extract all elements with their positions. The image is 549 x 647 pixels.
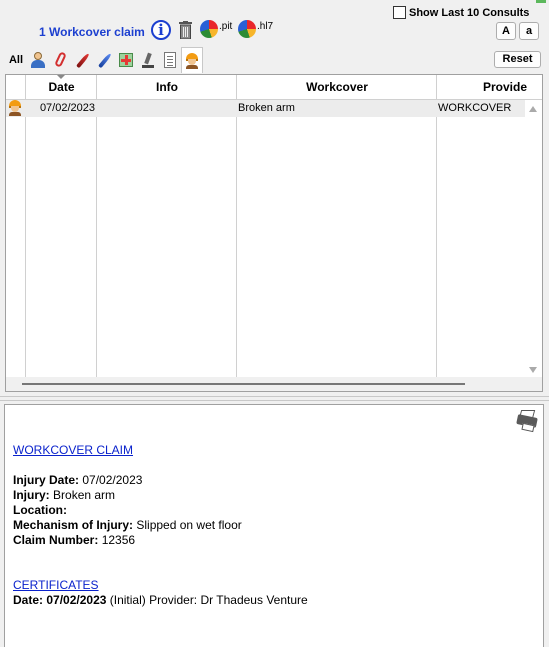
mechanism-value: Slipped on wet floor — [136, 518, 242, 532]
page-title: 1 Workcover claim — [39, 25, 145, 39]
paperclip-icon — [52, 51, 68, 68]
medical-kit-icon — [118, 52, 134, 68]
person-icon — [30, 52, 46, 68]
injury-line: Injury: Broken arm — [13, 488, 115, 502]
table-header: Date Info Workcover Provide — [6, 75, 542, 100]
document-icon — [162, 52, 178, 68]
tab-person[interactable] — [27, 47, 49, 73]
detail-pane: WORKCOVER CLAIM Injury Date: 07/02/2023 … — [4, 404, 544, 647]
tab-all[interactable]: All — [5, 47, 27, 73]
cert-provider-label: Provider: — [149, 593, 198, 607]
worker-icon — [184, 52, 200, 69]
column-header-info[interactable]: Info — [97, 75, 237, 99]
claim-number-line: Claim Number: 12356 — [13, 533, 135, 547]
location-label: Location: — [13, 503, 67, 517]
column-divider — [96, 75, 97, 377]
export-pit-button[interactable]: .pit — [200, 20, 232, 40]
trash-icon[interactable] — [179, 21, 192, 39]
column-divider — [436, 75, 437, 377]
cell-workcover: Broken arm — [238, 102, 295, 114]
show-last-consults-checkbox[interactable] — [393, 6, 406, 19]
font-smaller-button[interactable]: a — [519, 22, 539, 40]
column-divider — [25, 75, 26, 377]
cert-provider-value: Dr Thadeus Venture — [200, 593, 308, 607]
tab-workcover[interactable] — [181, 47, 203, 73]
tab-medical[interactable] — [115, 47, 137, 73]
info-icon[interactable]: i — [151, 20, 171, 40]
cell-provider: WORKCOVER — [438, 102, 512, 114]
show-last-consults-toggle[interactable]: Show Last 10 Consults — [393, 6, 529, 19]
scroll-up-icon[interactable] — [529, 106, 537, 112]
printer-icon[interactable] — [516, 410, 538, 433]
certificate-line: Date: 07/02/2023 (Initial) Provider: Dr … — [13, 593, 308, 607]
claim-number-value: 12356 — [101, 533, 136, 547]
export-hl7-button[interactable]: .hl7 — [238, 20, 273, 40]
injury-date-value: 07/02/2023 — [82, 473, 143, 487]
injury-value: Broken arm — [53, 488, 116, 502]
pane-splitter[interactable] — [0, 396, 549, 401]
worker-icon — [7, 100, 23, 116]
injury-date-line: Injury Date: 07/02/2023 — [13, 473, 142, 487]
horizontal-scroll-thumb[interactable] — [22, 383, 465, 385]
mechanism-label: Mechanism of Injury: — [13, 518, 134, 532]
blue-quill-icon — [96, 52, 112, 69]
tab-blue-quill[interactable] — [93, 47, 115, 73]
cell-date: 07/02/2023 — [39, 102, 95, 114]
workcover-claim-link[interactable]: WORKCOVER CLAIM — [13, 443, 133, 457]
injury-label: Injury: — [13, 488, 50, 502]
row-worker-icon — [7, 100, 23, 117]
tab-attachments[interactable] — [49, 47, 71, 73]
location-line: Location: — [13, 503, 67, 517]
mechanism-line: Mechanism of Injury: Slipped on wet floo… — [13, 518, 242, 532]
vertical-scrollbar[interactable] — [525, 100, 542, 377]
column-header-workcover[interactable]: Workcover — [237, 75, 437, 99]
export-hl7-label: .hl7 — [257, 21, 274, 32]
pie-chart-icon — [238, 20, 256, 38]
tab-red-quill[interactable] — [71, 47, 93, 73]
certificates-link[interactable]: CERTIFICATES — [13, 578, 99, 592]
reset-button[interactable]: Reset — [494, 51, 541, 68]
claim-number-label: Claim Number: — [13, 533, 99, 547]
microscope-icon — [140, 52, 156, 68]
column-header-provider[interactable]: Provide — [437, 75, 542, 99]
tab-pathology[interactable] — [137, 47, 159, 73]
cert-date-label: Date: — [13, 593, 44, 607]
corner-indicator — [536, 0, 546, 3]
pie-chart-icon — [200, 20, 218, 38]
cert-date-value: 07/02/2023 — [46, 593, 107, 607]
filter-tabs: All — [5, 47, 203, 73]
font-larger-button[interactable]: A — [496, 22, 516, 40]
scroll-down-icon[interactable] — [529, 367, 537, 373]
show-last-consults-label: Show Last 10 Consults — [409, 6, 530, 19]
red-quill-icon — [74, 52, 90, 69]
column-divider — [236, 75, 237, 377]
horizontal-scrollbar[interactable] — [6, 377, 542, 391]
column-header-date[interactable]: Date — [26, 75, 97, 99]
export-pit-label: .pit — [219, 21, 233, 32]
cell-info — [98, 100, 234, 117]
injury-date-label: Injury Date: — [13, 473, 80, 487]
tab-documents[interactable] — [159, 47, 181, 73]
claims-table: Date Info Workcover Provide 07/02/2023 B… — [5, 74, 543, 392]
cert-type: (Initial) — [109, 593, 146, 607]
table-row[interactable]: 07/02/2023 Broken arm WORKCOVER — [6, 100, 525, 117]
